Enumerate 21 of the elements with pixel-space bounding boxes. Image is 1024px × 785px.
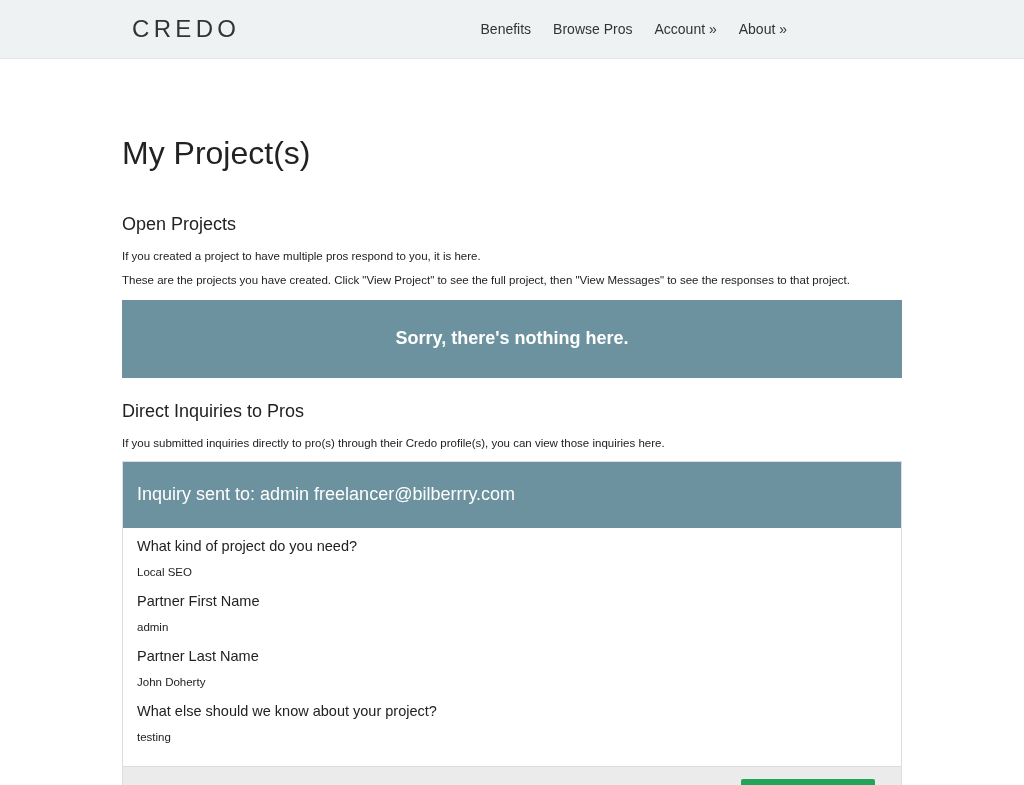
nav-link[interactable]: About »	[738, 18, 787, 40]
empty-message: Sorry, there's nothing here.	[395, 327, 629, 350]
field-label: What kind of project do you need?	[137, 536, 359, 556]
field-label: What else should we know about your project?	[137, 701, 438, 721]
logo[interactable]: CREDO	[132, 11, 241, 47]
field-label: Partner First Name	[137, 591, 261, 611]
section-heading: Direct Inquiries to Pros	[122, 399, 306, 423]
nav-link[interactable]: Browse Pros	[553, 18, 633, 40]
field-value: Local SEO	[137, 564, 193, 580]
nav-link[interactable]: Account »	[654, 18, 717, 40]
field-value: John Doherty	[137, 674, 207, 690]
field-value: admin	[137, 619, 170, 635]
field-value: testing	[137, 729, 172, 745]
section-description: If you created a project to have multiple pros respond to you, it is here.	[122, 249, 482, 264]
page-title: My Project(s)	[122, 134, 312, 173]
section-description: These are the projects you have created. Click "View Project" to see the full project, then "View Messages" to see the responses to that project.	[122, 273, 851, 289]
section-description: If you submitted inquiries directly to pro(s) through their Credo profile(s), you can view those inquiries here.	[122, 435, 666, 451]
field-label: Partner Last Name	[137, 646, 260, 666]
inquiry-title: Inquiry sent to: admin freelancer@bilberrry.com	[137, 483, 516, 507]
nav-link[interactable]: Benefits	[480, 18, 532, 40]
section-heading: Open Projects	[122, 213, 238, 236]
